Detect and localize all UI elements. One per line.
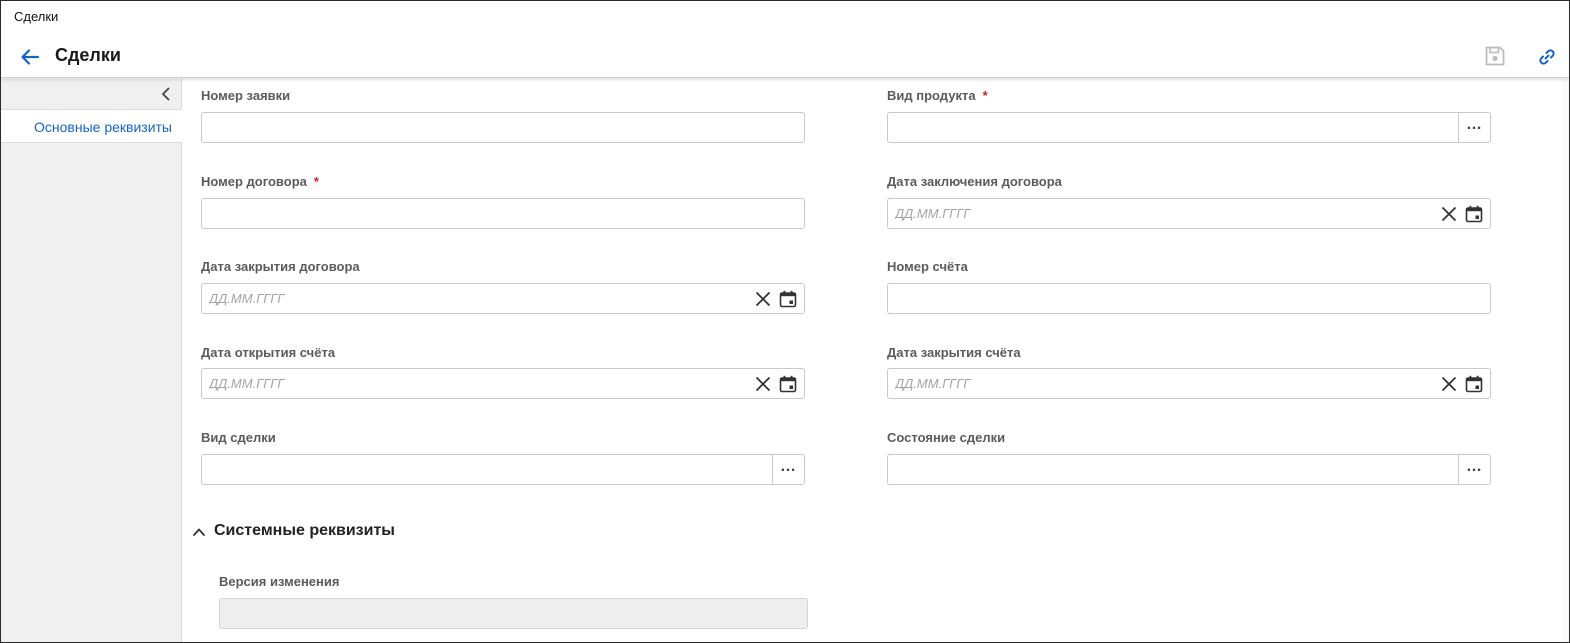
calendar-icon: [779, 375, 797, 393]
account-close-date-label: Дата закрытия счёта: [887, 345, 1021, 360]
sidebar-collapse-button[interactable]: [158, 86, 174, 102]
account-close-date-field[interactable]: [887, 368, 1491, 399]
required-mark: *: [982, 88, 988, 103]
calendar-button[interactable]: [779, 375, 797, 393]
product-type-input[interactable]: [888, 113, 1456, 142]
deal-type-label: Вид сделки: [201, 430, 276, 445]
link-button[interactable]: [1537, 47, 1557, 67]
deal-type-input[interactable]: [202, 455, 770, 484]
clear-button[interactable]: [1441, 376, 1457, 392]
contract-number-label: Номер договора *: [201, 174, 319, 189]
floppy-disk-icon: [1485, 46, 1505, 66]
application-number-field[interactable]: [201, 112, 805, 143]
ellipsis-icon: …: [780, 457, 797, 475]
ellipsis-icon: …: [1466, 115, 1483, 133]
clear-button[interactable]: [755, 291, 771, 307]
calendar-button[interactable]: [779, 290, 797, 308]
contract-conclusion-date-field[interactable]: [887, 198, 1491, 229]
deal-type-field[interactable]: …: [201, 454, 805, 485]
sidebar: Основные реквизиты: [1, 79, 182, 642]
product-type-label: Вид продукта *: [887, 88, 988, 103]
clear-button[interactable]: [755, 376, 771, 392]
deal-state-field[interactable]: …: [887, 454, 1491, 485]
account-number-label: Номер счёта: [887, 259, 968, 274]
close-x-icon: [755, 376, 771, 392]
account-number-field[interactable]: [887, 283, 1491, 314]
clear-button[interactable]: [1441, 206, 1457, 222]
deal-state-input[interactable]: [888, 455, 1456, 484]
contract-conclusion-date-label: Дата заключения договора: [887, 174, 1062, 189]
change-version-field: [219, 598, 808, 629]
calendar-icon: [779, 290, 797, 308]
ellipsis-icon: …: [1466, 457, 1483, 475]
system-details-section-title: Системные реквизиты: [214, 522, 395, 539]
account-open-date-field[interactable]: [201, 368, 805, 399]
close-x-icon: [1441, 376, 1457, 392]
close-x-icon: [755, 291, 771, 307]
product-type-lookup-button[interactable]: …: [1458, 113, 1490, 142]
deal-state-lookup-button[interactable]: …: [1458, 455, 1490, 484]
contract-close-date-input[interactable]: [202, 284, 740, 313]
required-mark: *: [313, 174, 319, 189]
contract-conclusion-date-input[interactable]: [888, 199, 1426, 228]
calendar-icon: [1465, 375, 1483, 393]
calendar-button[interactable]: [1465, 375, 1483, 393]
account-close-date-input[interactable]: [888, 369, 1426, 398]
page-title: Сделки: [55, 45, 121, 65]
page-header: Сделки: [1, 31, 1569, 78]
account-open-date-input[interactable]: [202, 369, 740, 398]
back-button[interactable]: [18, 46, 42, 68]
product-type-field[interactable]: …: [887, 112, 1491, 143]
change-version-input: [220, 599, 807, 628]
contract-close-date-label: Дата закрытия договора: [201, 259, 360, 274]
deal-type-lookup-button[interactable]: …: [772, 455, 804, 484]
account-number-input[interactable]: [888, 284, 1490, 313]
application-number-input[interactable]: [202, 113, 804, 142]
calendar-button[interactable]: [1465, 205, 1483, 223]
arrow-left-icon: [21, 49, 40, 65]
contract-number-field[interactable]: [201, 198, 805, 229]
calendar-icon: [1465, 205, 1483, 223]
chevron-left-icon: [162, 87, 170, 101]
chain-link-icon: [1539, 49, 1555, 65]
app-window: Сделки Сделки Основные реквизиты Номер з…: [0, 0, 1570, 643]
sidebar-item-label: Основные реквизиты: [34, 119, 172, 135]
window-title: Сделки: [14, 9, 59, 24]
application-number-label: Номер заявки: [201, 88, 291, 103]
close-x-icon: [1441, 206, 1457, 222]
save-button[interactable]: [1483, 44, 1507, 68]
chevron-up-icon: [193, 528, 205, 536]
content-scrollbar-track[interactable]: [1563, 79, 1569, 642]
deal-state-label: Состояние сделки: [887, 430, 1006, 445]
contract-number-input[interactable]: [202, 199, 804, 228]
sidebar-item-main-details[interactable]: Основные реквизиты: [1, 110, 182, 143]
change-version-label: Версия изменения: [219, 574, 340, 589]
contract-close-date-field[interactable]: [201, 283, 805, 314]
account-open-date-label: Дата открытия счёта: [201, 345, 336, 360]
